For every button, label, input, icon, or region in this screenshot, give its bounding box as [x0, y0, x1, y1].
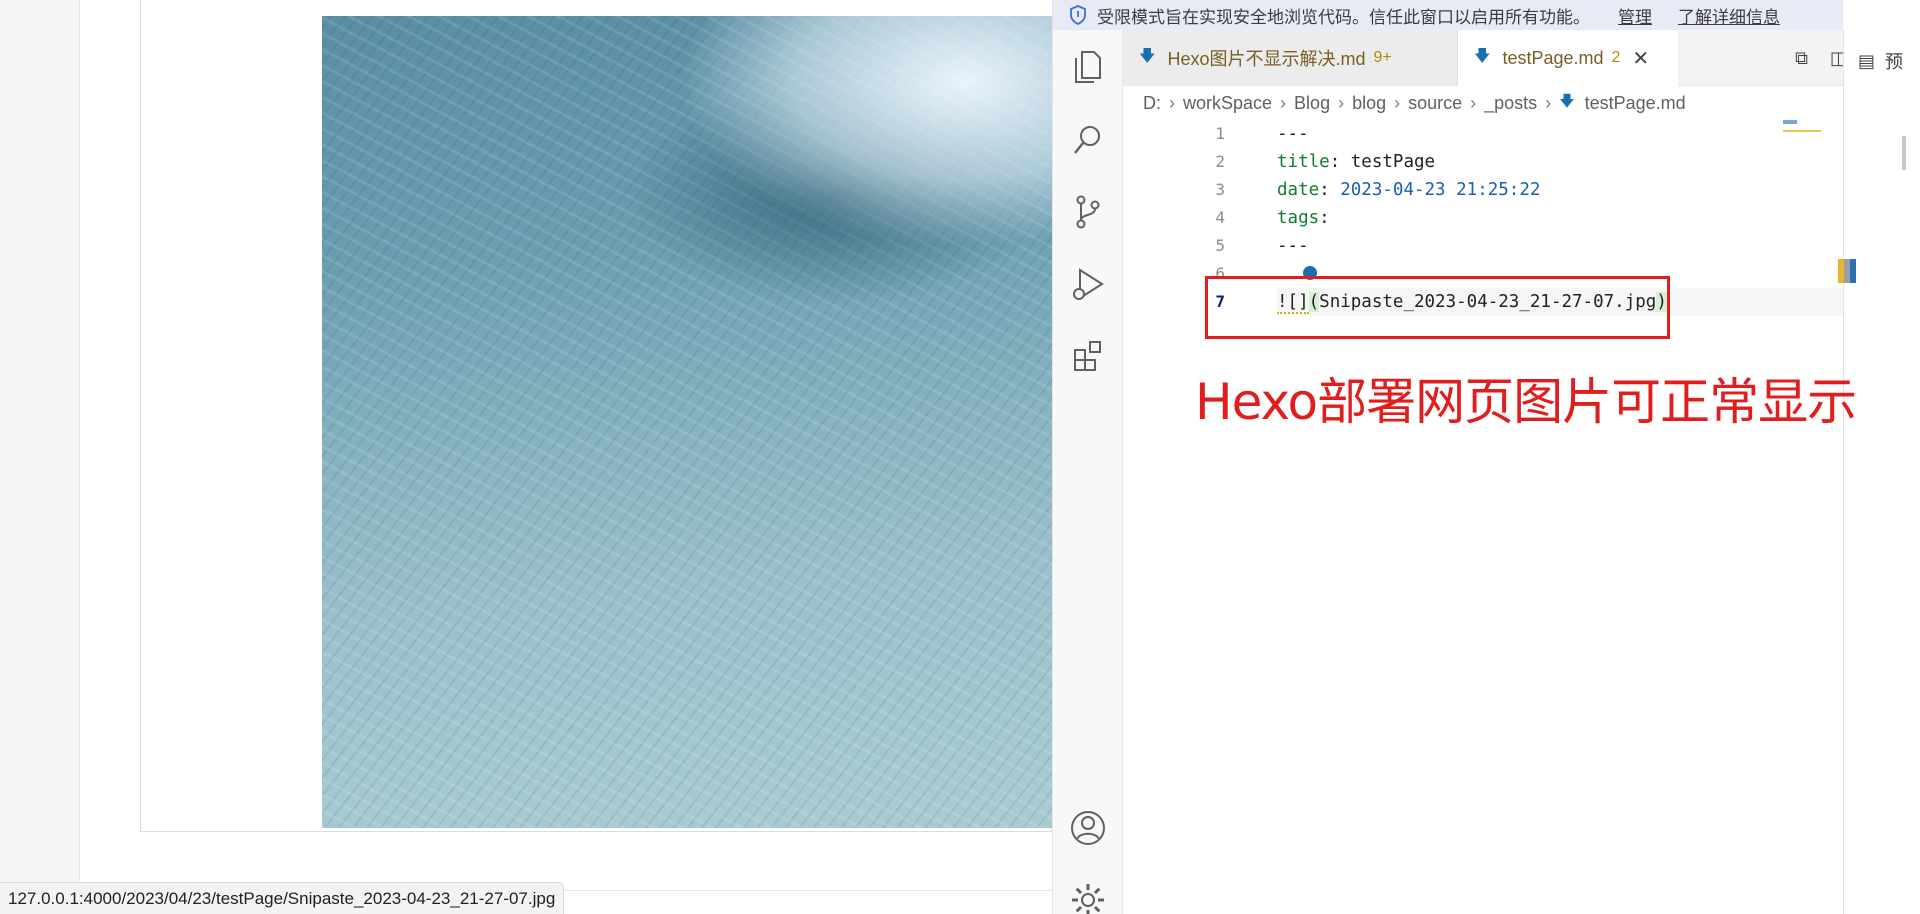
chevron-right-icon: ›	[1470, 92, 1477, 113]
overview-ruler-marks	[1838, 259, 1856, 283]
highlight-box	[1205, 276, 1670, 339]
yaml-key: tags	[1277, 208, 1320, 228]
settings-gear-icon	[1072, 884, 1104, 914]
open-preview-icon[interactable]: ⧉	[1795, 48, 1808, 69]
line-text: ---	[1277, 124, 1309, 144]
yaml-value: testPage	[1350, 152, 1436, 172]
breadcrumb: D: › workSpace › Blog › blog › source › …	[1143, 88, 1686, 118]
yaml-value: 2023-04-23 21:25:22	[1340, 180, 1541, 200]
run-debug-button[interactable]	[1053, 254, 1123, 314]
breadcrumb-item[interactable]: _posts	[1484, 93, 1537, 114]
settings-button[interactable]	[1053, 870, 1123, 914]
breadcrumb-item[interactable]: testPage.md	[1585, 93, 1686, 114]
line-number: 1	[1215, 124, 1225, 143]
breadcrumb-item[interactable]: source	[1408, 93, 1462, 114]
search-icon	[1074, 126, 1100, 154]
preview-icon: ▤	[1858, 50, 1876, 71]
editor-line: 5 ---	[1123, 232, 1843, 260]
chevron-right-icon: ›	[1394, 92, 1401, 113]
tab-testpage[interactable]: 🡇 testPage.md 2 ✕	[1458, 30, 1678, 86]
breadcrumb-item[interactable]: Blog	[1294, 93, 1330, 114]
editor-tab-bar: 🡇 Hexo图片不显示解决.md 9+ 🡇 testPage.md 2 ✕ ⧉ …	[1123, 30, 1913, 86]
learn-more-link[interactable]: 了解详细信息	[1678, 3, 1780, 28]
breadcrumb-item[interactable]: workSpace	[1183, 93, 1272, 114]
editor-line: 2 title: testPage	[1123, 148, 1843, 176]
source-control-icon	[1076, 195, 1100, 229]
editor-line: 3 date: 2023-04-23 21:25:22	[1123, 176, 1843, 204]
vscode-window: 受限模式旨在实现安全地浏览代码。信任此窗口以启用所有功能。 管理 了解详细信息	[1052, 0, 1920, 914]
close-icon[interactable]: ✕	[1632, 46, 1649, 71]
account-button[interactable]	[1053, 798, 1123, 858]
explorer-icon	[1075, 51, 1101, 83]
markdown-icon: 🡇	[1139, 47, 1156, 65]
source-control-button[interactable]	[1053, 182, 1123, 242]
extensions-icon	[1074, 341, 1101, 371]
problem-count-badge: 9+	[1373, 49, 1392, 66]
minimap[interactable]	[1783, 118, 1821, 132]
code-editor[interactable]: 1 --- 2 title: testPage 3 date: 2023-04-…	[1123, 118, 1843, 914]
yaml-key: title	[1277, 152, 1330, 172]
run-debug-icon	[1073, 268, 1104, 300]
editor-line: 1 ---	[1123, 120, 1843, 148]
extensions-button[interactable]	[1053, 326, 1123, 386]
chevron-right-icon: ›	[1169, 92, 1175, 113]
breadcrumb-item[interactable]: D:	[1143, 93, 1161, 114]
editor-line: 4 tags:	[1123, 204, 1843, 232]
tab-hexo-image-fix[interactable]: 🡇 Hexo图片不显示解决.md 9+	[1123, 30, 1458, 86]
shield-icon	[1070, 5, 1086, 25]
line-text: ---	[1277, 236, 1309, 256]
page-gutter	[0, 0, 80, 914]
markdown-icon: 🡇	[1559, 92, 1575, 110]
chevron-right-icon: ›	[1545, 92, 1552, 113]
status-bar-url: 127.0.0.1:4000/2023/04/23/testPage/Snipa…	[0, 882, 565, 914]
restricted-mode-banner: 受限模式旨在实现安全地浏览代码。信任此窗口以启用所有功能。 管理 了解详细信息	[1053, 0, 1843, 30]
banner-message: 受限模式旨在实现安全地浏览代码。信任此窗口以启用所有功能。	[1097, 7, 1590, 27]
browser-page: 127.0.0.1:4000/2023/04/23/testPage/Snipa…	[0, 0, 1060, 914]
minimap-line	[1783, 120, 1797, 124]
line-number: 4	[1215, 208, 1225, 227]
preview-panel: ▤ 预	[1843, 30, 1920, 914]
line-number: 2	[1215, 152, 1225, 171]
tab-label: Hexo图片不显示解决.md	[1167, 49, 1366, 69]
annotation-text: Hexo部署网页图片可正常显示	[1195, 373, 1857, 431]
manage-link[interactable]: 管理	[1618, 3, 1652, 28]
tab-label: testPage.md	[1502, 47, 1604, 68]
markdown-icon: 🡇	[1474, 47, 1491, 65]
yaml-key: date	[1277, 180, 1320, 200]
breadcrumb-item[interactable]: blog	[1352, 93, 1386, 114]
explorer-button[interactable]	[1053, 36, 1123, 96]
line-number: 5	[1215, 236, 1225, 255]
selection-mark	[1850, 259, 1856, 283]
chevron-right-icon: ›	[1280, 92, 1287, 113]
account-icon	[1071, 811, 1105, 845]
post-image-water-pool[interactable]	[322, 16, 1052, 828]
minimap-line	[1783, 130, 1821, 132]
line-number: 3	[1215, 180, 1225, 199]
preview-scrollbar[interactable]	[1902, 136, 1906, 170]
problem-count-badge: 2	[1611, 49, 1621, 66]
chevron-right-icon: ›	[1338, 92, 1345, 113]
search-button[interactable]	[1053, 110, 1123, 170]
preview-title: 预	[1885, 52, 1904, 72]
preview-tab[interactable]: ▤ 预	[1858, 48, 1903, 74]
activity-bar	[1053, 30, 1123, 914]
